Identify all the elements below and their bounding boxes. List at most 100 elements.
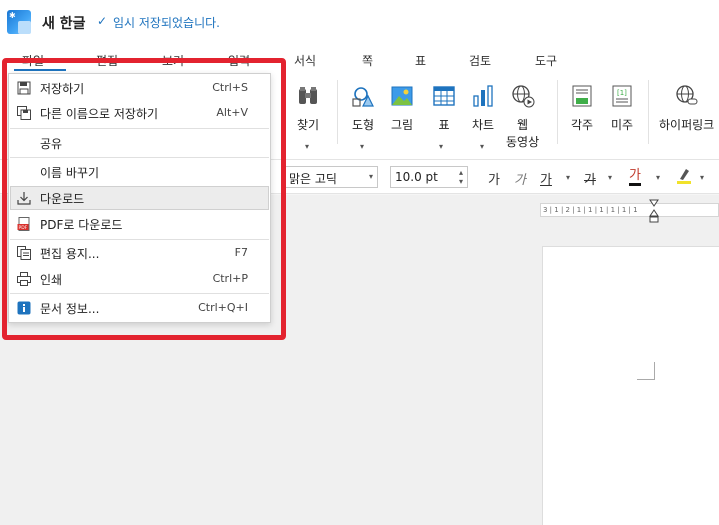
menu-item-label: 편집 용지... <box>40 247 100 261</box>
document-page[interactable] <box>542 246 719 525</box>
chart-label: 차트 <box>471 118 495 132</box>
tab-tools[interactable]: 도구 <box>535 52 557 69</box>
strikethrough-button[interactable]: 가 <box>584 169 596 188</box>
ribbon-separator <box>648 80 649 144</box>
strikethrough-dropdown-icon[interactable]: ▾ <box>608 173 612 182</box>
font-size-value: 10.0 pt <box>395 170 438 184</box>
menu-item-label: 공유 <box>40 137 63 151</box>
table-label: 표 <box>438 118 450 132</box>
picture-button[interactable]: 그림 <box>390 84 414 133</box>
italic-button[interactable]: 가 <box>514 169 526 188</box>
highlighter-icon[interactable] <box>676 167 692 189</box>
web-video-icon <box>511 85 535 108</box>
menu-separator <box>10 293 269 294</box>
download-icon <box>17 192 31 205</box>
save-status-text: 임시 저장되었습니다. <box>113 16 220 30</box>
menu-item-label: 저장하기 <box>40 82 85 96</box>
menu-item-shortcut: Ctrl+P <box>212 272 248 285</box>
table-dropdown-icon[interactable]: ▾ <box>439 142 443 151</box>
endnote-button[interactable]: [1] 미주 <box>610 84 634 133</box>
picture-icon <box>391 86 413 106</box>
app-logo-icon[interactable] <box>7 10 31 34</box>
endnote-label: 미주 <box>610 118 634 132</box>
font-select[interactable]: 맑은 고딕 ▾ <box>284 166 378 188</box>
document-title[interactable]: 새 한글 <box>42 13 86 33</box>
chevron-down-icon: ▾ <box>368 172 373 181</box>
menu-item-download[interactable]: 다운로드 <box>10 186 269 210</box>
shape-button[interactable]: 도형 <box>351 84 375 133</box>
footnote-button[interactable]: 각주 <box>570 84 594 133</box>
footnote-icon <box>572 85 592 107</box>
menu-item-pdf-download[interactable]: PDF PDF로 다운로드 <box>10 212 269 236</box>
menu-item-shortcut: F7 <box>234 246 248 259</box>
check-icon: ✓ <box>97 14 108 28</box>
highlighter-dropdown-icon[interactable]: ▾ <box>700 173 704 182</box>
svg-text:PDF: PDF <box>19 225 28 231</box>
menu-item-share[interactable]: 공유 <box>10 131 269 155</box>
title-bar <box>0 0 719 44</box>
stepper-icon[interactable]: ▴ ▾ <box>459 168 463 186</box>
menu-separator <box>10 128 269 129</box>
tab-file[interactable]: 파일 <box>22 52 44 69</box>
tab-review[interactable]: 검토 <box>469 52 491 69</box>
indent-marker-icon[interactable] <box>649 199 659 223</box>
menu-item-save-as[interactable]: 다른 이름으로 저장하기 Alt+V <box>10 101 269 125</box>
shape-label: 도형 <box>351 118 375 132</box>
endnote-icon: [1] <box>612 85 632 107</box>
tab-view[interactable]: 보기 <box>162 52 184 69</box>
save-as-icon <box>17 106 31 120</box>
bold-button[interactable]: 가 <box>488 169 500 188</box>
pdf-icon: PDF <box>17 217 30 231</box>
floppy-icon <box>17 81 31 95</box>
tab-edit[interactable]: 편집 <box>96 52 118 69</box>
underline-dropdown-icon[interactable]: ▾ <box>566 173 570 182</box>
menu-item-print[interactable]: 인쇄 Ctrl+P <box>10 267 269 291</box>
menu-item-save[interactable]: 저장하기 Ctrl+S <box>10 76 269 100</box>
tab-insert[interactable]: 입력 <box>228 52 250 69</box>
footnote-label: 각주 <box>570 118 594 132</box>
menu-item-shortcut: Alt+V <box>216 106 248 119</box>
margin-corner-mark <box>637 362 655 380</box>
menu-separator <box>10 157 269 158</box>
menu-item-label: 다운로드 <box>40 192 85 206</box>
bar-chart-icon <box>473 85 493 107</box>
web-video-button[interactable]: 웹 동영상 <box>506 84 539 150</box>
menu-item-label: 다른 이름으로 저장하기 <box>40 107 159 121</box>
horizontal-ruler[interactable]: 3 | 1 | 2 | 1 | 1 | 1 | 1 | 1 | 1 <box>540 203 719 217</box>
web-video-label-line2: 동영상 <box>506 135 540 149</box>
tab-table[interactable]: 표 <box>415 52 426 69</box>
binoculars-icon <box>299 87 317 104</box>
font-color-dropdown-icon[interactable]: ▾ <box>656 173 660 182</box>
table-button[interactable]: 표 <box>432 84 456 133</box>
menu-item-shortcut: Ctrl+Q+I <box>198 301 248 314</box>
menu-item-shortcut: Ctrl+S <box>212 81 248 94</box>
menu-item-page-setup[interactable]: 편집 용지... F7 <box>10 241 269 265</box>
menu-item-document-info[interactable]: 문서 정보... Ctrl+Q+I <box>10 296 269 320</box>
ribbon-separator <box>557 80 558 144</box>
find-button[interactable]: 찾기 <box>296 84 320 133</box>
menu-item-label: PDF로 다운로드 <box>40 218 123 232</box>
tab-format[interactable]: 서식 <box>294 52 316 69</box>
menu-separator <box>10 239 269 240</box>
find-label: 찾기 <box>296 118 320 132</box>
tab-page[interactable]: 쪽 <box>362 52 373 69</box>
page-setup-icon <box>17 246 31 260</box>
web-video-label-line1: 웹 <box>517 118 529 132</box>
menu-item-label: 인쇄 <box>40 273 63 287</box>
hyperlink-button[interactable]: 하이퍼링크 <box>659 84 714 133</box>
chart-dropdown-icon[interactable]: ▾ <box>480 142 484 151</box>
chart-button[interactable]: 차트 <box>471 84 495 133</box>
printer-icon <box>17 272 31 286</box>
file-menu: 저장하기 Ctrl+S 다른 이름으로 저장하기 Alt+V 공유 이름 바꾸기… <box>8 73 271 323</box>
menu-item-label: 문서 정보... <box>40 302 100 316</box>
ribbon-separator <box>337 80 338 144</box>
shape-dropdown-icon[interactable]: ▾ <box>360 142 364 151</box>
underline-button[interactable]: 가 <box>540 169 552 188</box>
font-size-input[interactable]: 10.0 pt ▴ ▾ <box>390 166 468 188</box>
menu-item-rename[interactable]: 이름 바꾸기 <box>10 160 269 184</box>
picture-label: 그림 <box>390 118 414 132</box>
info-icon <box>17 301 31 315</box>
font-color-button[interactable]: 가 <box>629 169 641 186</box>
find-dropdown-icon[interactable]: ▾ <box>305 142 309 151</box>
active-tab-indicator <box>14 69 66 71</box>
